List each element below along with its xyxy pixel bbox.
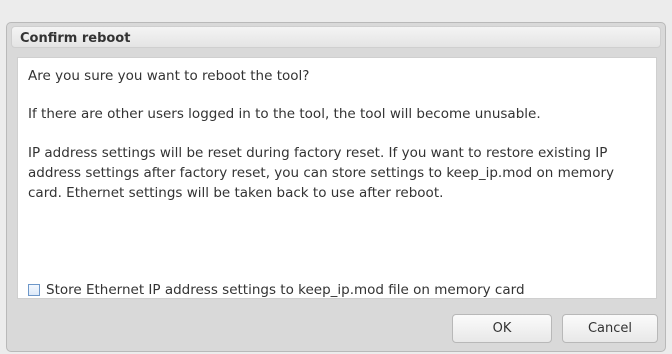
- ok-button[interactable]: OK: [452, 314, 552, 343]
- dialog-titlebar[interactable]: Confirm reboot: [11, 26, 661, 48]
- ip-reset-info: IP address settings will be reset during…: [28, 145, 614, 201]
- store-ip-option[interactable]: Store Ethernet IP address settings to ke…: [28, 280, 525, 300]
- confirm-reboot-dialog: Confirm reboot Are you sure you want to …: [6, 22, 666, 352]
- confirm-question: Are you sure you want to reboot the tool…: [28, 68, 310, 84]
- store-ip-checkbox[interactable]: [28, 284, 40, 296]
- cancel-button[interactable]: Cancel: [562, 314, 658, 343]
- dialog-title: Confirm reboot: [20, 31, 131, 46]
- dialog-content: Are you sure you want to reboot the tool…: [17, 57, 657, 299]
- store-ip-checkbox-label[interactable]: Store Ethernet IP address settings to ke…: [46, 282, 525, 298]
- users-warning: If there are other users logged in to th…: [28, 106, 541, 122]
